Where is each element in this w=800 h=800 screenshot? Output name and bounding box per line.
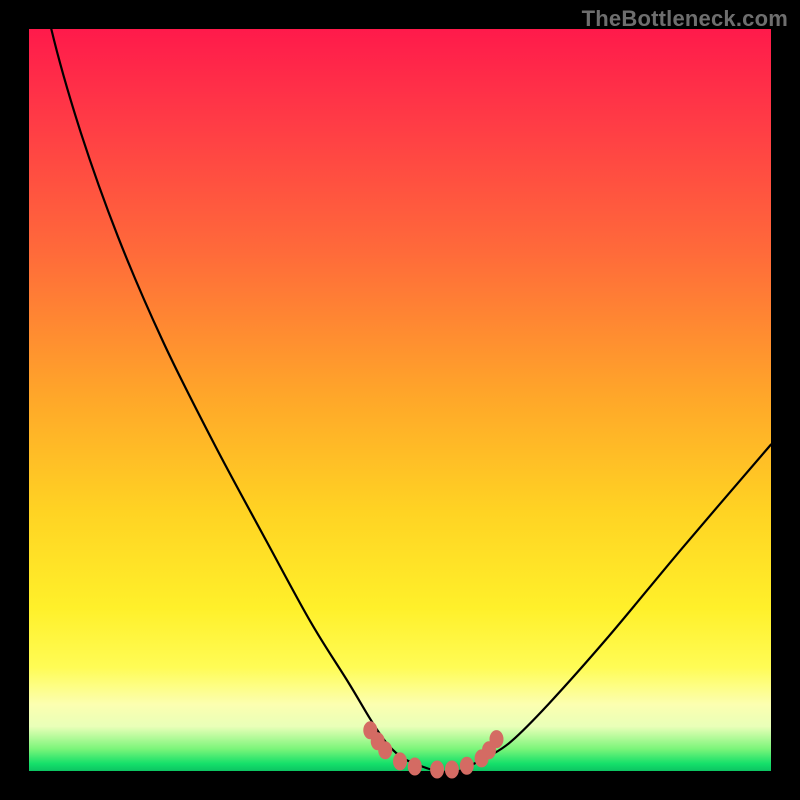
plot-area — [29, 29, 771, 771]
bottleneck-curve — [29, 29, 771, 771]
curve-marker — [445, 761, 459, 779]
chart-frame: TheBottleneck.com — [0, 0, 800, 800]
curve-marker — [490, 730, 504, 748]
curve-marker — [378, 741, 392, 759]
curve-marker — [393, 752, 407, 770]
curve-line — [29, 0, 771, 772]
curve-marker — [460, 757, 474, 775]
curve-marker — [430, 761, 444, 779]
watermark-text: TheBottleneck.com — [582, 6, 788, 32]
curve-marker — [408, 758, 422, 776]
marker-group — [363, 721, 503, 778]
